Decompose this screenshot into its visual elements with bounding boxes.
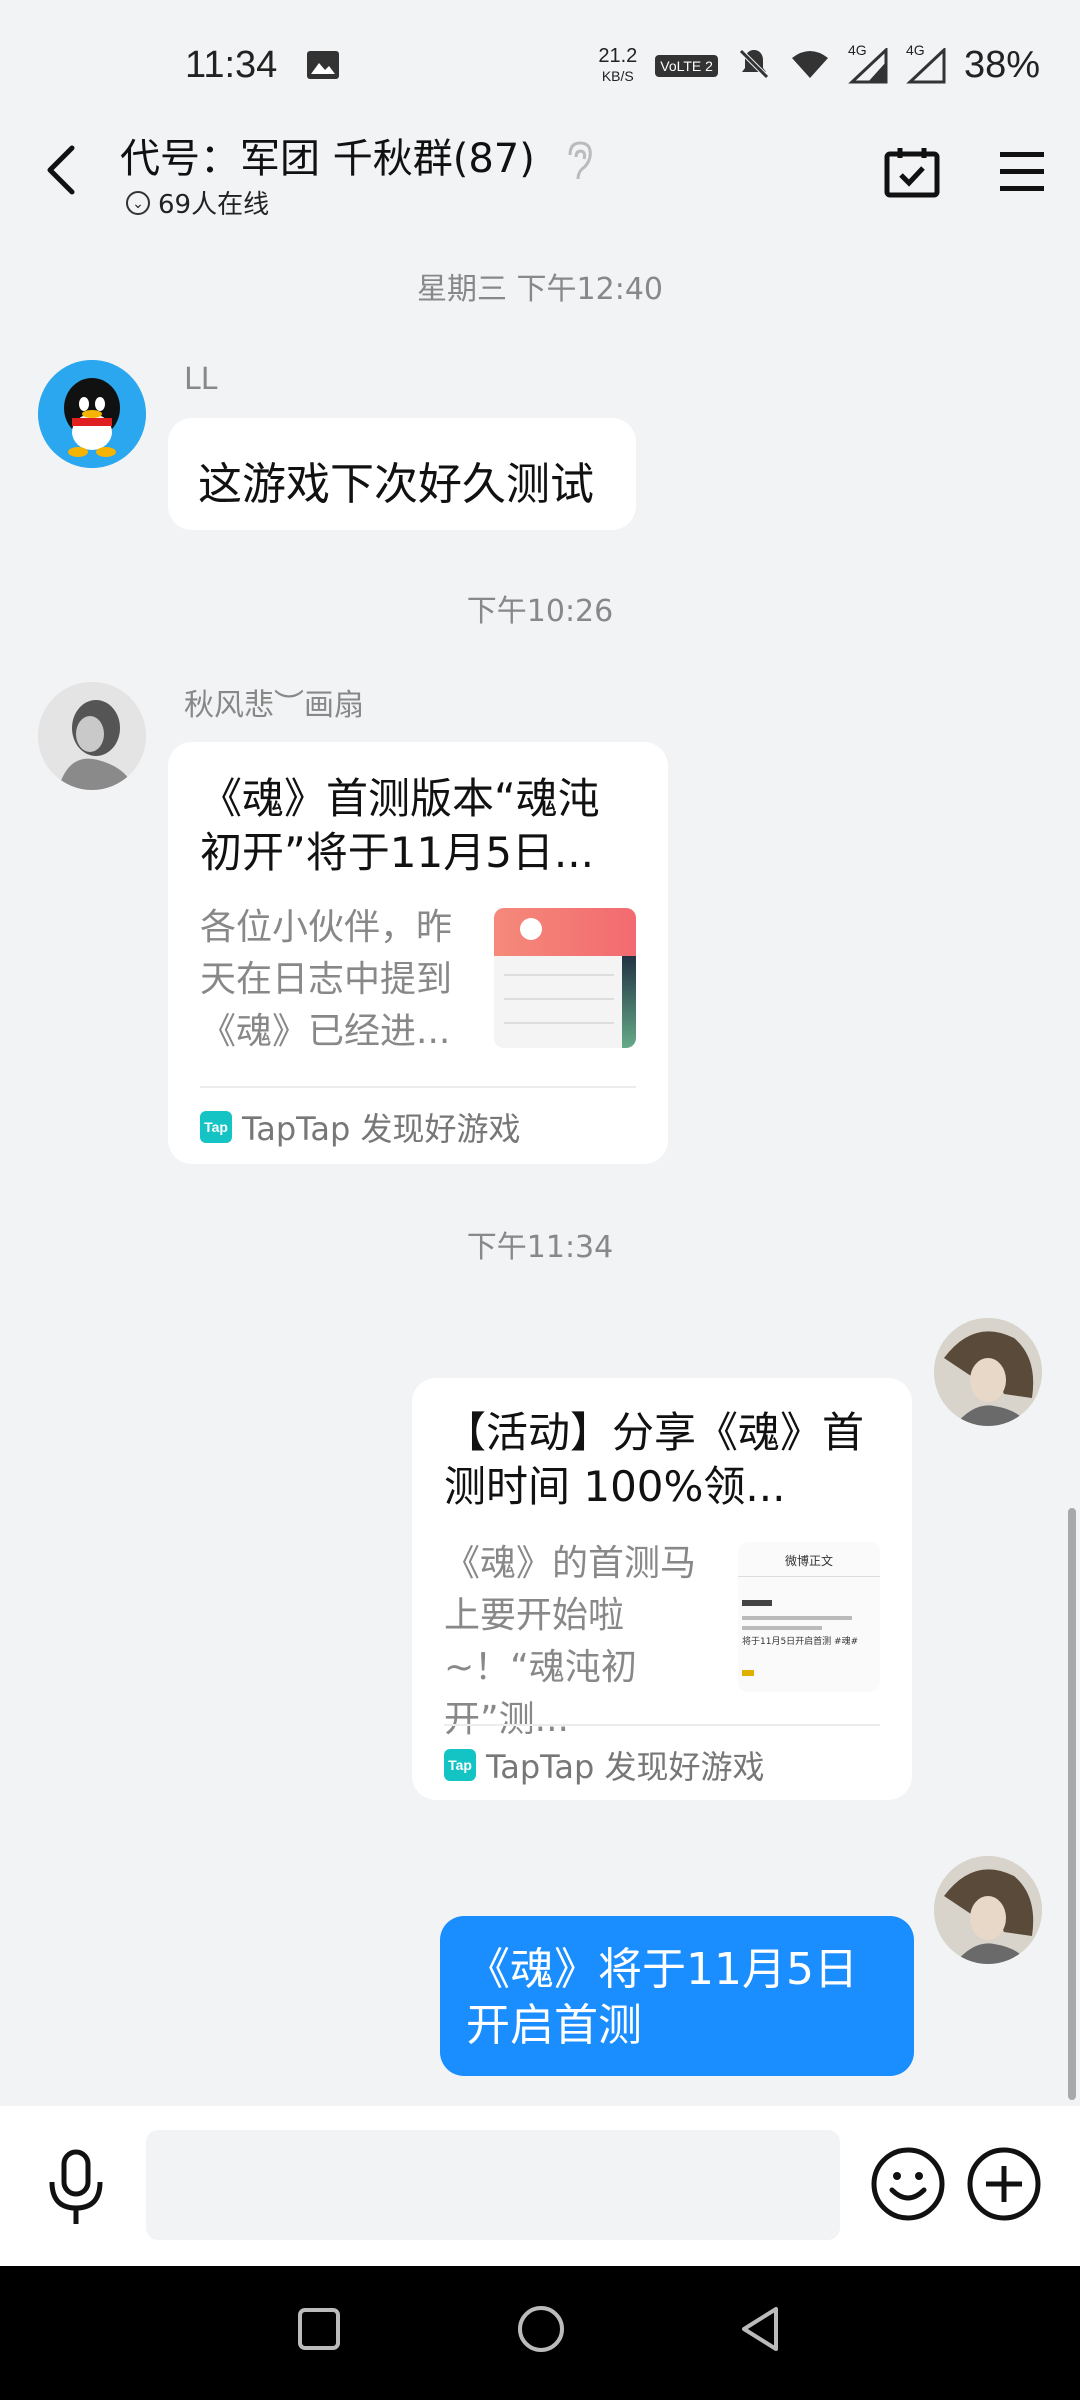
voice-input-button[interactable] <box>44 2148 108 2228</box>
shared-link-card[interactable]: 《魂》首测版本“魂沌初开”将于11月5日... 各位小伙伴，昨天在日志中提到《魂… <box>168 742 668 1164</box>
wifi-icon <box>790 48 830 84</box>
card-title: 《魂》首测版本“魂沌初开”将于11月5日... <box>200 774 600 877</box>
self-avatar[interactable] <box>934 1318 1042 1426</box>
network-type-2: 4G <box>905 41 925 58</box>
volte-icon: VoLTE 2 <box>655 54 718 77</box>
thumbnail-title: 微博正文 <box>784 1554 833 1568</box>
photo-avatar-icon <box>934 1856 1042 1964</box>
online-count-text: 69人在线 <box>158 190 270 220</box>
message-bubble[interactable]: 这游戏下次好久测试 <box>168 418 636 530</box>
recents-button[interactable] <box>296 2306 342 2352</box>
card-thumbnail: 微博正文 将于11月5日开启首测 #魂# <box>738 1542 880 1692</box>
taptap-logo-icon: Tap <box>200 1111 232 1143</box>
signal-4g-icon-1: 4G <box>848 42 888 84</box>
hamburger-menu-icon <box>1000 152 1044 191</box>
sender-name: LL <box>184 362 218 397</box>
calendar-check-icon <box>884 148 940 198</box>
battery-level: 38% <box>963 44 1040 86</box>
plus-circle-icon <box>967 2147 1041 2221</box>
divider <box>444 1724 880 1726</box>
square-icon <box>298 2308 340 2350</box>
card-source: Tap TapTap 发现好游戏 <box>200 1104 521 1150</box>
network-type-1: 4G <box>847 41 867 58</box>
more-actions-button[interactable] <box>966 2146 1042 2222</box>
ear-icon <box>568 141 592 180</box>
self-message-bubble[interactable]: 《魂》将于11月5日开启首测 <box>440 1916 914 2076</box>
shared-link-card[interactable]: 【活动】分享《魂》首测时间 100%领... 《魂》的首测马上要开始啦~！“魂沌… <box>412 1378 912 1800</box>
avatar[interactable] <box>38 360 146 468</box>
navigation-bar <box>0 2266 1080 2400</box>
signal-4g-icon-2: 4G <box>906 42 946 84</box>
network-speed-unit: KB/S <box>601 67 634 84</box>
taptap-logo-icon: Tap <box>444 1749 476 1781</box>
card-title: 【活动】分享《魂》首测时间 100%领... <box>444 1408 865 1511</box>
home-button[interactable] <box>516 2304 566 2354</box>
emoji-button[interactable] <box>870 2146 946 2222</box>
self-avatar[interactable] <box>934 1856 1042 1964</box>
back-nav-button[interactable] <box>736 2304 786 2354</box>
status-time: 11:34 <box>185 44 278 86</box>
message-text: 这游戏下次好久测试 <box>198 459 594 510</box>
network-speed: 21.2 KB/S <box>598 46 637 86</box>
timestamp: 下午11:34 <box>466 1230 614 1265</box>
chevron-left-icon <box>47 145 75 195</box>
timestamp: 下午10:26 <box>466 594 614 629</box>
avatar[interactable] <box>38 682 146 790</box>
timestamp: 星期三 下午12:40 <box>417 272 663 307</box>
triangle-back-icon <box>742 2307 778 2351</box>
menu-button[interactable] <box>998 150 1046 192</box>
status-indicators: 21.2 KB/S VoLTE 2 4G 4G 38% <box>598 42 1040 87</box>
divider <box>200 1086 636 1088</box>
message-text: 《魂》将于11月5日开启首测 <box>466 1944 858 2051</box>
penguin-avatar-icon <box>38 360 146 468</box>
photo-avatar-icon <box>934 1318 1042 1426</box>
sender-name: 秋风悲︶画扇 <box>184 688 364 723</box>
network-speed-value: 21.2 <box>598 44 638 67</box>
message-input[interactable] <box>146 2130 840 2240</box>
card-description: 《魂》的首测马上要开始啦~！“魂沌初开”测... <box>444 1543 697 1740</box>
chevron-down-icon: ⌄ <box>126 190 150 215</box>
card-source-text: TapTap 发现好游戏 <box>486 1748 765 1786</box>
group-title[interactable]: 代号：军团 千秋群(87) <box>120 126 596 184</box>
calendar-button[interactable] <box>884 146 940 198</box>
smiley-icon <box>871 2147 945 2221</box>
status-bar: 11:34 21.2 KB/S VoLTE 2 4G 4G 38% <box>0 0 1080 130</box>
card-source: Tap TapTap 发现好游戏 <box>444 1742 765 1788</box>
group-title-text: 代号：军团 千秋群(87) <box>120 136 535 182</box>
mute-icon <box>736 46 772 86</box>
card-source-text: TapTap 发现好游戏 <box>242 1110 521 1148</box>
online-count[interactable]: ⌄ 69人在线 <box>126 184 269 221</box>
chat-scrollbar[interactable] <box>1068 1508 1076 2100</box>
gallery-notification-icon <box>306 50 340 80</box>
thumbnail-line: 将于11月5日开启首测 #魂# <box>742 1637 859 1647</box>
card-description: 各位小伙伴，昨天在日志中提到《魂》已经进... <box>200 907 453 1052</box>
circle-icon <box>518 2306 564 2352</box>
microphone-icon <box>49 2149 103 2224</box>
back-button[interactable] <box>40 140 80 200</box>
card-thumbnail <box>494 908 636 1048</box>
photo-avatar-icon <box>38 682 146 790</box>
